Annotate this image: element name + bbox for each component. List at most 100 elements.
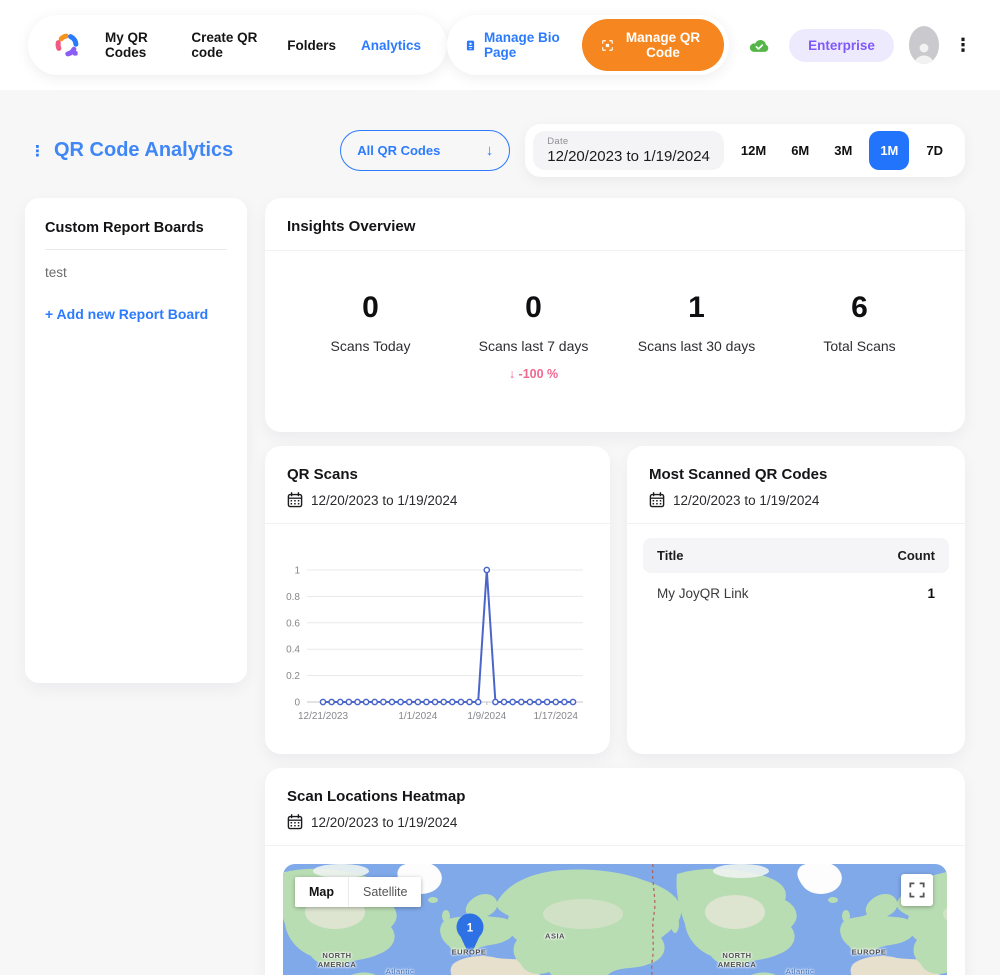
scan-locations-card: Scan Locations Heatmap 12/20/2023 to 1/1… [265,768,965,975]
range-6m-button[interactable]: 6M [783,137,817,164]
sync-cloud-icon [749,39,769,52]
manage-pill: Manage Bio Page Manage QR Code [447,15,729,75]
fullscreen-icon [909,882,925,898]
nav-item-analytics[interactable]: Analytics [361,38,421,53]
stat-total-scans: 6 Total Scans [823,291,896,354]
chart-point[interactable] [569,698,577,706]
calendar-icon [287,492,303,508]
insights-header: Insights Overview [265,198,965,251]
svg-text:12/21/2023: 12/21/2023 [298,711,348,722]
bio-page-icon [466,40,475,50]
chart-point[interactable] [535,698,542,706]
delta-badge: ↓ -100 % [508,367,559,381]
nav-item-my-qr-codes[interactable]: My QR Codes [105,30,166,60]
chart-point[interactable] [319,698,327,706]
chart-point[interactable] [423,698,430,706]
chart-point[interactable] [328,698,335,706]
range-3m-button[interactable]: 3M [826,137,860,164]
qr-scans-card: QR Scans 12/20/2023 to 1/19/2024 0 0.2 0.4… [265,446,610,754]
drag-dots-icon: ⋮ [30,142,45,160]
qr-count-cell: 1 [927,586,935,601]
chart-point[interactable] [517,698,525,706]
chart-point[interactable] [474,698,482,706]
report-board-item[interactable]: test [45,265,227,280]
calendar-icon [287,814,303,830]
nav-item-folders[interactable]: Folders [287,38,336,53]
map-type-control: Map Satellite [295,877,422,907]
nav-item-create-qr-code[interactable]: Create QR code [191,30,262,60]
chart-point[interactable] [405,698,413,706]
most-scanned-date-range: 12/20/2023 to 1/19/2024 [673,492,820,508]
chart-point[interactable] [552,698,560,706]
app-logo-icon[interactable] [54,32,80,58]
arrow-down-icon: ↓ [485,142,494,159]
satellite-view-button[interactable]: Satellite [348,877,422,907]
insights-overview-card: Insights Overview 0 Scans Today 0 Scans … [265,198,965,432]
add-report-board-button[interactable]: + Add new Report Board [45,306,227,322]
chart-point[interactable] [379,698,387,706]
qr-codes-filter-select[interactable]: All QR Codes ↓ [340,130,511,171]
stat-scans-30-days: 1 Scans last 30 days [637,291,756,354]
chart-point[interactable] [500,698,508,706]
chart-point[interactable] [448,698,456,706]
chart-point[interactable] [561,698,568,706]
heatmap-header: Scan Locations Heatmap 12/20/2023 to 1/1… [265,768,965,846]
qr-scans-header: QR Scans 12/20/2023 to 1/19/2024 [265,446,610,524]
calendar-icon [649,492,665,508]
svg-text:1/9/2024: 1/9/2024 [467,711,506,722]
chart-point[interactable] [483,566,491,574]
user-icon [914,43,934,64]
chart-point[interactable] [345,698,353,706]
stat-scans-7-days: 0 Scans last 7 days ↓ -100 % [452,291,615,381]
fullscreen-button[interactable] [901,874,933,906]
chart-point[interactable] [431,698,439,706]
header-actions: Manage Bio Page Manage QR Code Enterpris… [447,15,972,75]
qr-scans-date-range: 12/20/2023 to 1/19/2024 [311,492,458,508]
chart-point[interactable] [414,698,422,706]
svg-text:0.2: 0.2 [286,671,300,682]
heatmap-date-range: 12/20/2023 to 1/19/2024 [311,814,458,830]
chart-point[interactable] [457,698,465,706]
chart-point[interactable] [354,698,361,706]
chart-point[interactable] [362,698,370,706]
svg-text:0.6: 0.6 [286,618,300,629]
custom-report-boards-panel: Custom Report Boards test + Add new Repo… [25,198,247,683]
qr-title-cell: My JoyQR Link [657,586,749,601]
date-range-picker[interactable]: Date 12/20/2023 to 1/19/2024 [533,131,724,170]
world-map[interactable]: 1 NORTH AMERICAAtlantic OceanEUROPEASIAN… [283,864,947,975]
range-12m-button[interactable]: 12M [733,137,774,164]
table-row[interactable]: My JoyQR Link 1 [643,573,949,607]
range-7d-button[interactable]: 7D [918,137,951,164]
svg-text:0.8: 0.8 [286,592,300,603]
qr-scans-chart: 0 0.2 0.4 0.6 0.8 1 12/21/2023 1/1/2024 1/9/2024… [265,524,610,742]
most-scanned-card: Most Scanned QR Codes 12/20/2023 to 1/19… [627,446,965,754]
chart-point[interactable] [509,698,517,706]
range-1m-button[interactable]: 1M [869,131,910,170]
chart-point[interactable] [466,698,473,706]
most-scanned-header: Most Scanned QR Codes 12/20/2023 to 1/19… [627,446,965,524]
kebab-menu-icon[interactable]: ⋮ [954,36,972,54]
chart-point[interactable] [336,698,344,706]
map-view-button[interactable]: Map [295,877,348,907]
manage-bio-page-button[interactable]: Manage Bio Page [465,30,566,60]
plan-badge[interactable]: Enterprise [789,28,894,62]
manage-qr-code-button[interactable]: Manage QR Code [582,19,724,71]
chart-point[interactable] [526,698,534,706]
svg-text:1: 1 [294,566,300,577]
chart-point[interactable] [543,698,551,706]
chart-point[interactable] [492,698,499,706]
chart-point[interactable] [388,698,396,706]
avatar[interactable] [908,26,939,64]
date-range-value: 12/20/2023 to 1/19/2024 [547,148,710,165]
qr-scan-icon [602,39,613,51]
insights-stats: 0 Scans Today 0 Scans last 7 days ↓ -100… [265,251,965,415]
chart-point[interactable] [371,698,379,706]
sidebar-title: Custom Report Boards [45,220,227,250]
main-nav: My QR Codes Create QR code Folders Analy… [28,15,447,75]
svg-text:0: 0 [294,698,300,709]
chart-point[interactable] [397,698,404,706]
page-title: ⋮ QR Code Analytics [30,139,234,161]
top-header: My QR Codes Create QR code Folders Analy… [0,0,1000,90]
chart-point[interactable] [440,698,448,706]
most-scanned-table: Title Count My JoyQR Link 1 [627,524,965,621]
